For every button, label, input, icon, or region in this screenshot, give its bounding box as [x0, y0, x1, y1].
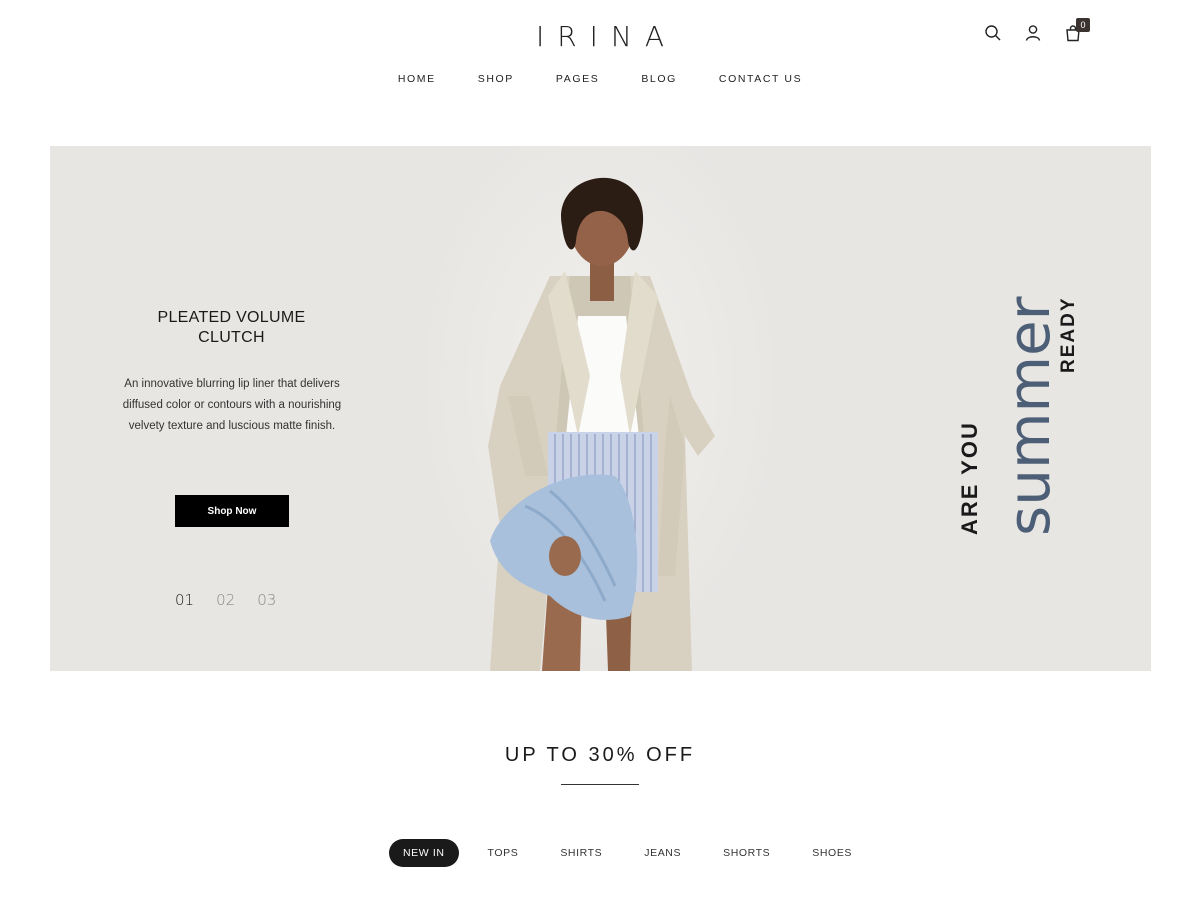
- hero-description-line-3: velvety texture and luscious matte finis…: [128, 420, 336, 432]
- tab-shorts[interactable]: SHORTS: [702, 839, 791, 867]
- tab-jeans[interactable]: JEANS: [623, 839, 702, 867]
- slide-indicator-1[interactable]: 01: [175, 591, 194, 609]
- slide-indicator-3[interactable]: 03: [257, 591, 276, 609]
- main-nav: HOME SHOP PAGES BLOG CONTACT US: [0, 73, 1200, 85]
- slide-indicator-2[interactable]: 02: [216, 591, 235, 609]
- shop-now-button[interactable]: Shop Now: [175, 495, 289, 527]
- search-icon[interactable]: [984, 24, 1002, 42]
- hero-model-image: [430, 146, 770, 671]
- tab-tops[interactable]: TOPS: [467, 839, 540, 867]
- hero-description-line-2: diffused color or contours with a nouris…: [122, 399, 342, 411]
- tab-shoes[interactable]: SHOES: [791, 839, 873, 867]
- section-title: UP TO 30% OFF: [504, 744, 696, 766]
- tab-shirts[interactable]: SHIRTS: [539, 839, 623, 867]
- tagline-ready: READY: [1058, 296, 1079, 373]
- header-icons: 0: [984, 18, 1090, 42]
- hero-description-line-1: An innovative blurring lip liner that de…: [124, 378, 340, 390]
- tagline-summer: summer: [995, 296, 1063, 536]
- cart-icon[interactable]: 0: [1064, 18, 1090, 42]
- hero-description: An innovative blurring lip liner that de…: [108, 374, 356, 437]
- hero-title: PLEATED VOLUME CLUTCH: [130, 308, 333, 348]
- hero-slider: PLEATED VOLUME CLUTCH An innovative blur…: [50, 146, 1151, 671]
- nav-item-contact-us[interactable]: CONTACT US: [719, 73, 802, 85]
- hero-title-line-1: PLEATED VOLUME: [157, 309, 306, 326]
- nav-item-shop[interactable]: SHOP: [478, 73, 514, 85]
- nav-item-blog[interactable]: BLOG: [641, 73, 677, 85]
- hero-title-line-2: CLUTCH: [198, 329, 265, 346]
- user-icon[interactable]: [1024, 24, 1042, 42]
- category-filter-tabs: NEW IN TOPS SHIRTS JEANS SHORTS SHOES: [389, 839, 873, 867]
- nav-item-home[interactable]: HOME: [398, 73, 436, 85]
- tab-new-in[interactable]: NEW IN: [389, 839, 459, 867]
- section-divider: [561, 784, 639, 785]
- nav-item-pages[interactable]: PAGES: [556, 73, 599, 85]
- tagline-are-you: ARE YOU: [957, 421, 982, 535]
- slide-pagination: 01 02 03: [175, 591, 276, 609]
- cart-count-badge: 0: [1076, 18, 1090, 32]
